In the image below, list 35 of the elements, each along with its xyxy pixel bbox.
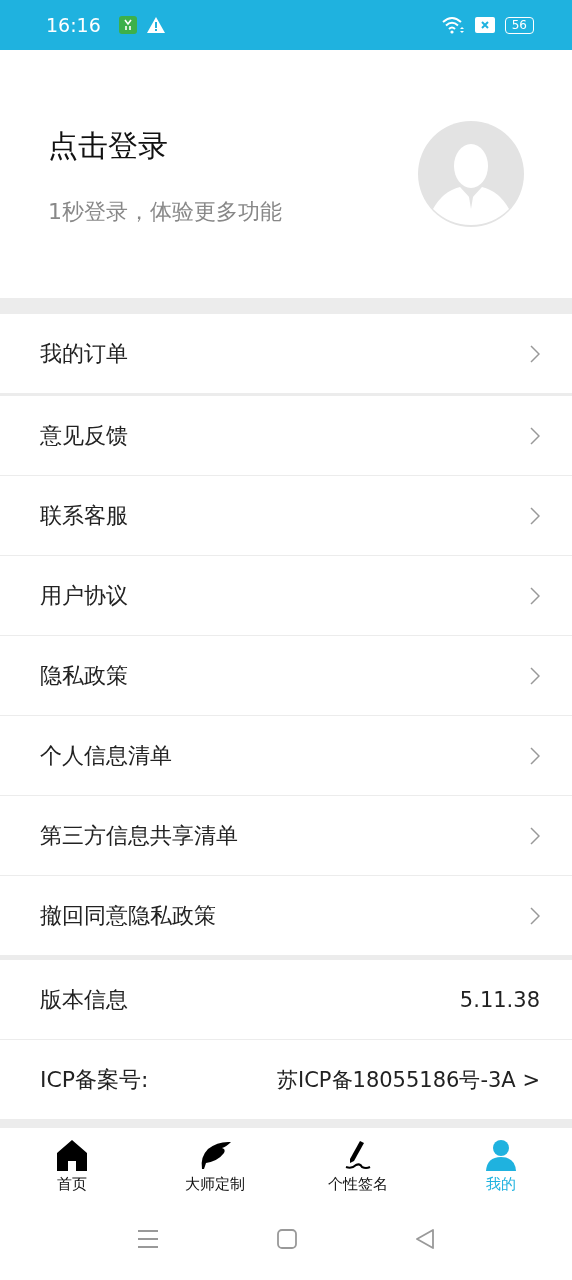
person-icon [484, 1138, 517, 1171]
menu-item[interactable]: 用户协议 [0, 556, 572, 636]
warning-icon [146, 17, 165, 33]
menu-item[interactable]: 第三方信息共享清单 [0, 796, 572, 876]
info-value[interactable]: 苏ICP备18055186号-3A > [277, 1065, 540, 1094]
chevron-icon [530, 906, 540, 925]
wifi-icon [440, 16, 465, 34]
menu-item[interactable]: 联系客服 [0, 476, 572, 556]
tab[interactable]: 大师定制 [143, 1128, 286, 1204]
login-subtitle: 1秒登录，体验更多功能 [48, 197, 282, 226]
chevron-icon [530, 506, 540, 525]
menu-item[interactable]: 意见反馈 [0, 396, 572, 476]
app-notification-icon [118, 16, 137, 34]
menu-item[interactable]: 我的订单 [0, 314, 572, 396]
tab[interactable]: 首页 [0, 1128, 143, 1204]
tab[interactable]: 个性签名 [286, 1128, 429, 1204]
battery-indicator: 56 [504, 16, 534, 34]
menu-icon[interactable] [137, 1229, 159, 1249]
chevron-icon [530, 586, 540, 605]
chevron-icon [530, 746, 540, 765]
menu-item[interactable]: 个人信息清单 [0, 716, 572, 796]
info-label: ICP备案号: [40, 1065, 149, 1094]
login-title[interactable]: 点击登录 [48, 125, 282, 167]
status-time: 16:16 [46, 14, 101, 36]
chevron-icon [530, 826, 540, 845]
chevron-icon [530, 666, 540, 685]
home-icon [55, 1138, 88, 1171]
menu-item[interactable]: 隐私政策 [0, 636, 572, 716]
info-label: 版本信息 [40, 985, 128, 1014]
chevron-icon [530, 344, 540, 363]
back-icon[interactable] [415, 1229, 435, 1249]
chevron-icon [530, 426, 540, 445]
home-button-icon[interactable] [277, 1229, 297, 1249]
info-value: 5.11.38 [459, 987, 540, 1012]
sim-blocked-icon [474, 17, 495, 33]
